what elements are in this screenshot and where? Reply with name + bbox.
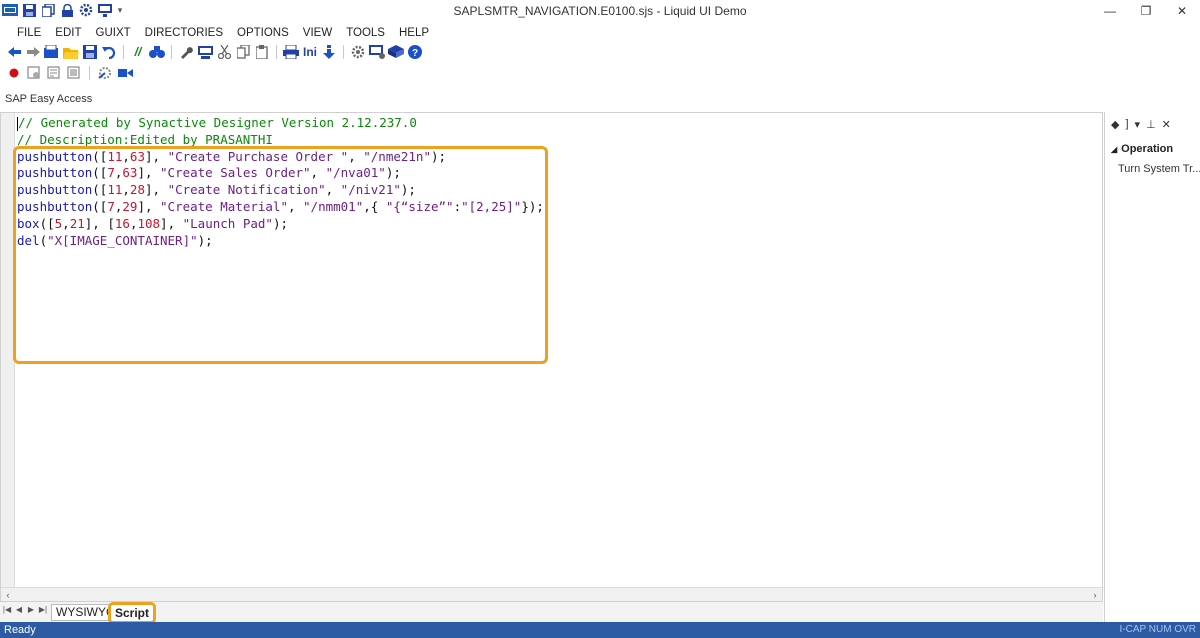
first-tab-icon[interactable]: |◀ — [2, 605, 12, 614]
print-icon[interactable] — [283, 44, 299, 60]
tab-script[interactable]: Script — [108, 602, 157, 624]
keyboard-indicators: I-CAP NUM OVR — [1119, 624, 1197, 635]
book-icon[interactable] — [388, 44, 404, 60]
operation-section-label: Operation — [1121, 143, 1174, 155]
main-toolbar: // Ini ? — [6, 43, 423, 61]
screen-title: SAP Easy Access — [5, 93, 93, 105]
find-binoculars-icon[interactable] — [149, 44, 165, 60]
script-editor[interactable]: // Generated by Synactive Designer Versi… — [0, 112, 1103, 602]
save-icon[interactable] — [82, 44, 98, 60]
menu-directories[interactable]: DIRECTORIES — [138, 25, 230, 41]
restore-button[interactable]: ❐ — [1128, 0, 1164, 22]
panel-dock-icon[interactable]: ] — [1125, 118, 1128, 131]
menu-options[interactable]: OPTIONS — [230, 25, 296, 41]
code-token: // Description:Edited by PRASANTHI — [17, 131, 273, 147]
minimize-button[interactable]: — — [1092, 0, 1128, 22]
record-list-icon[interactable] — [46, 65, 62, 81]
undo-icon[interactable] — [101, 44, 117, 60]
record-icon[interactable] — [6, 65, 22, 81]
panel-dropdown-icon[interactable]: ▾ — [1135, 118, 1141, 131]
download-arrow-icon[interactable] — [321, 44, 337, 60]
toolbar-separator — [343, 45, 344, 59]
forward-arrow-icon[interactable] — [25, 44, 41, 60]
menu-help[interactable]: HELP — [392, 25, 436, 41]
paste-icon[interactable] — [254, 44, 270, 60]
horizontal-scrollbar[interactable]: ‹ › — [1, 587, 1102, 601]
comment-toggle-icon[interactable]: // — [130, 44, 146, 60]
window-title: SAPLSMTR_NAVIGATION.E0100.sjs - Liquid U… — [453, 4, 747, 18]
status-bar: Ready I-CAP NUM OVR — [0, 622, 1200, 638]
open-folder-icon[interactable] — [63, 44, 79, 60]
panel-controls: ◆ ] ▾ ⊥ ✕ — [1111, 118, 1171, 131]
code-line[interactable]: // Generated by Synactive Designer Versi… — [17, 115, 544, 132]
panel-autohide-icon[interactable]: ⊥ — [1146, 118, 1156, 131]
svg-text:?: ? — [412, 48, 418, 59]
help-icon[interactable]: ? — [407, 44, 423, 60]
record-screen-icon[interactable] — [66, 65, 82, 81]
record-settings-icon[interactable] — [26, 65, 42, 81]
code-token: // Generated by Synactive Designer Versi… — [18, 115, 417, 130]
operation-section[interactable]: ◢ Operation — [1111, 143, 1173, 155]
toolbar-separator — [276, 45, 277, 59]
menu-bar: FILE EDIT GUIXT DIRECTORIES OPTIONS VIEW… — [10, 25, 436, 41]
ini-button[interactable]: Ini — [302, 44, 318, 60]
next-tab-icon[interactable]: ▶ — [26, 605, 36, 614]
turn-system-trace-item[interactable]: Turn System Tr... — [1118, 163, 1200, 175]
menu-edit[interactable]: EDIT — [48, 25, 88, 41]
secondary-toolbar — [6, 65, 133, 81]
wrench-icon[interactable] — [178, 44, 194, 60]
operations-panel: ◆ ] ▾ ⊥ ✕ ◢ Operation Turn System Tr... — [1104, 112, 1200, 622]
scroll-right-icon[interactable]: › — [1088, 588, 1102, 601]
toolbar-separator — [171, 45, 172, 59]
gear-icon[interactable] — [350, 44, 366, 60]
menu-view[interactable]: VIEW — [296, 25, 339, 41]
cut-icon[interactable] — [216, 44, 232, 60]
screen-layout-icon[interactable] — [197, 44, 213, 60]
back-arrow-icon[interactable] — [6, 44, 22, 60]
copy-icon[interactable] — [235, 44, 251, 60]
panel-pin-icon[interactable]: ◆ — [1111, 118, 1119, 131]
window-controls: — ❐ ✕ — [1092, 0, 1200, 22]
scroll-left-icon[interactable]: ‹ — [1, 588, 15, 601]
status-text: Ready — [4, 624, 36, 636]
title-bar: ▾ SAPLSMTR_NAVIGATION.E0100.sjs - Liquid… — [0, 0, 1200, 22]
menu-guixt[interactable]: GUIXT — [89, 25, 138, 41]
menu-tools[interactable]: TOOLS — [339, 25, 392, 41]
collapse-triangle-icon[interactable]: ◢ — [1111, 145, 1117, 154]
prev-tab-icon[interactable]: ◀ — [14, 605, 24, 614]
new-folder-icon[interactable] — [44, 44, 60, 60]
last-tab-icon[interactable]: ▶| — [38, 605, 48, 614]
wizard-icon[interactable] — [97, 65, 113, 81]
close-window-button[interactable]: ✕ — [1164, 0, 1200, 22]
highlight-box — [13, 146, 548, 364]
toolbar-separator — [123, 45, 124, 59]
video-camera-icon[interactable] — [117, 65, 133, 81]
toolbar-separator — [89, 66, 90, 80]
tab-navigation: |◀ ◀ ▶ ▶| — [2, 605, 48, 614]
panel-close-icon[interactable]: ✕ — [1162, 118, 1171, 131]
tab-bar: |◀ ◀ ▶ ▶| WYSIWYG Script — [0, 602, 1103, 624]
screen-settings-icon[interactable] — [369, 44, 385, 60]
menu-file[interactable]: FILE — [10, 25, 48, 41]
